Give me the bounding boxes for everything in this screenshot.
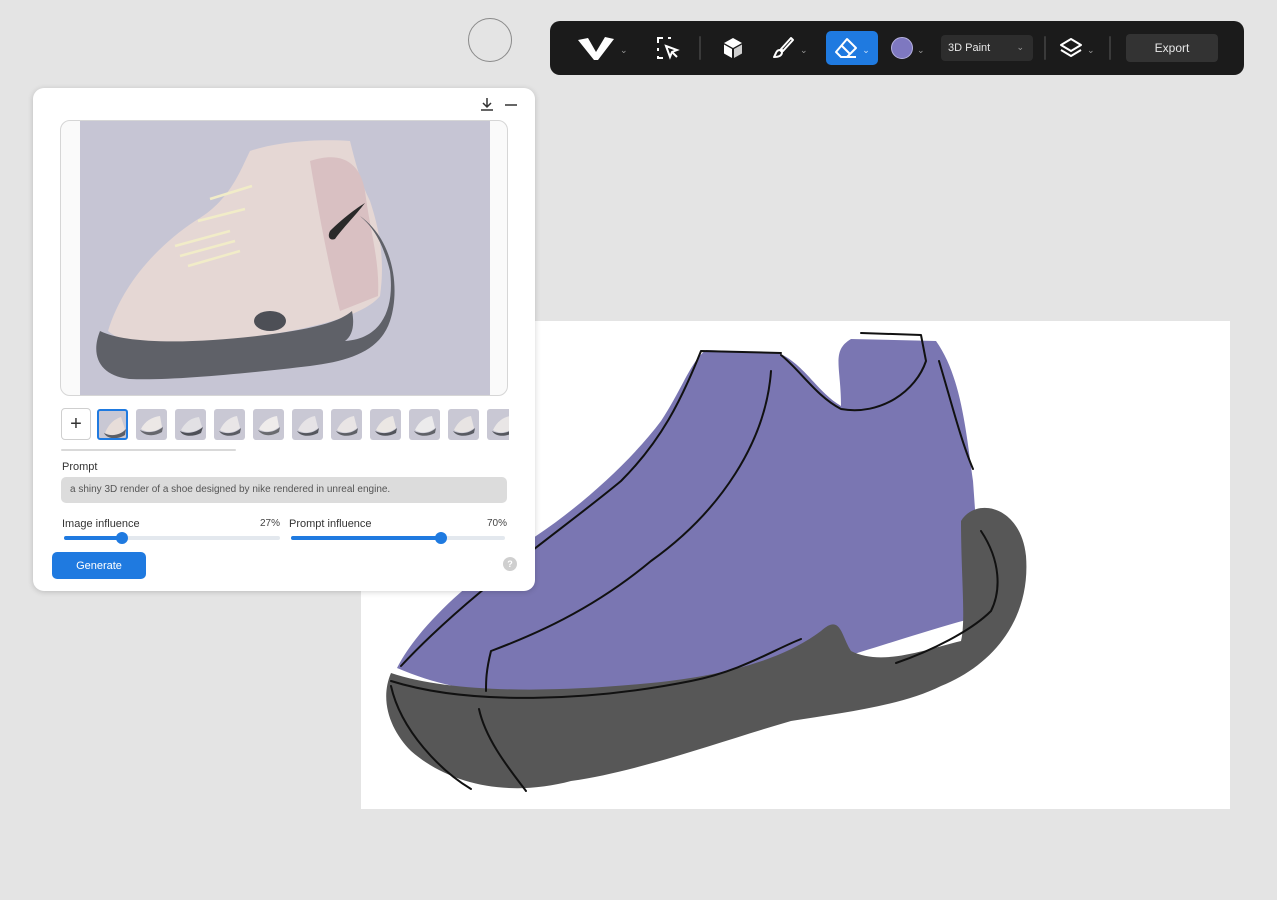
generated-shoe-image — [80, 121, 490, 395]
image-influence-slider[interactable] — [64, 532, 280, 544]
export-button[interactable]: Export — [1126, 34, 1218, 62]
thumbnail[interactable] — [487, 409, 509, 440]
select-region-icon — [657, 37, 680, 60]
thumbnail[interactable] — [253, 409, 284, 440]
3d-object-button[interactable] — [721, 21, 745, 75]
thumbnail[interactable] — [97, 409, 128, 440]
mode-select[interactable]: 3D Paint ⌄ — [941, 35, 1033, 61]
chevron-down-icon: ⌄ — [800, 44, 808, 55]
thumbnail[interactable] — [331, 409, 362, 440]
toolbar-divider — [1044, 36, 1046, 60]
slider-fill — [64, 536, 123, 540]
prompt-input[interactable]: a shiny 3D render of a shoe designed by … — [61, 477, 507, 503]
slider-fill — [291, 536, 441, 540]
toolbar-divider — [699, 36, 701, 60]
thumbnail[interactable] — [175, 409, 206, 440]
result-preview[interactable] — [60, 120, 508, 396]
image-influence-value: 27% — [260, 518, 281, 529]
cube-icon — [724, 38, 742, 58]
thumbnail[interactable] — [214, 409, 245, 440]
color-swatch — [891, 37, 913, 59]
slider-thumb[interactable] — [116, 532, 129, 544]
thumbnail-scrollbar[interactable] — [61, 449, 236, 451]
thumbnail[interactable] — [409, 409, 440, 440]
chevron-down-icon: ⌄ — [1016, 42, 1024, 52]
chevron-down-icon: ⌄ — [1087, 44, 1095, 55]
color-picker-button[interactable]: ⌄ — [891, 21, 925, 75]
add-image-button[interactable]: + — [61, 408, 91, 440]
layers-icon — [1060, 38, 1082, 57]
eraser-icon — [835, 38, 858, 58]
prompt-influence-value: 70% — [487, 518, 508, 529]
thumbnail[interactable] — [292, 409, 323, 440]
thumbnail[interactable] — [448, 409, 479, 440]
eraser-tool-button[interactable]: ⌄ — [826, 31, 878, 65]
image-influence-label: Image influence — [62, 518, 140, 530]
generation-panel: + Prompt a shiny 3D render of a shoe des… — [33, 88, 535, 591]
help-icon[interactable]: ? — [503, 557, 517, 571]
chevron-down-icon: ⌄ — [917, 44, 925, 55]
brush-tool-button[interactable]: ⌄ — [770, 21, 808, 75]
thumbnail[interactable] — [370, 409, 401, 440]
chevron-down-icon: ⌄ — [862, 44, 870, 55]
select-tool-button[interactable] — [655, 21, 681, 75]
chevron-down-icon: ⌄ — [620, 44, 628, 55]
mode-select-label: 3D Paint — [948, 42, 991, 54]
layers-button[interactable]: ⌄ — [1059, 21, 1095, 75]
v-logo-icon — [578, 37, 614, 60]
thumbnail-strip: + — [61, 408, 509, 440]
main-toolbar: ⌄ ⌄ ⌄ ⌄ 3D Paint ⌄ ⌄ Export — [550, 21, 1244, 75]
thumbnail[interactable] — [136, 409, 167, 440]
minimize-icon[interactable] — [503, 96, 519, 112]
prompt-influence-label: Prompt influence — [289, 518, 372, 530]
brush-cursor — [468, 18, 512, 62]
prompt-influence-slider[interactable] — [291, 532, 505, 544]
generate-button[interactable]: Generate — [52, 552, 146, 579]
brush-icon — [773, 37, 794, 58]
download-icon[interactable] — [479, 96, 495, 112]
prompt-label: Prompt — [62, 461, 98, 473]
slider-thumb[interactable] — [434, 532, 447, 544]
toolbar-divider — [1109, 36, 1111, 60]
app-menu-button[interactable]: ⌄ — [576, 21, 628, 75]
